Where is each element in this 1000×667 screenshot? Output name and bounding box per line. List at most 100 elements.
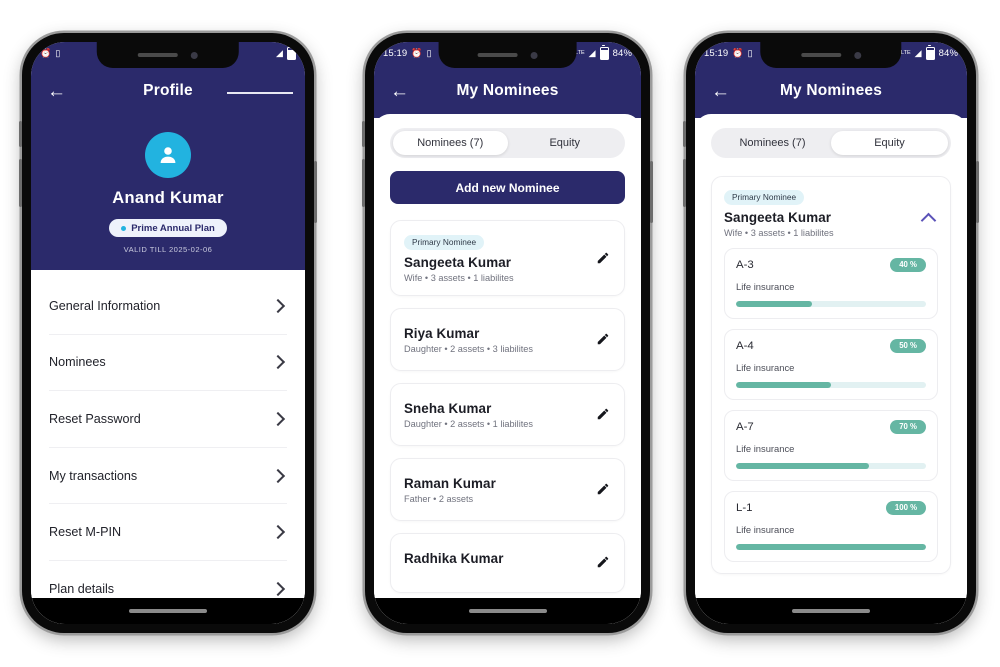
menu-item-general-information[interactable]: General Information [49,278,287,335]
power-button[interactable] [314,161,317,223]
list-item[interactable]: Radhika Kumar [390,532,625,593]
equity-owner-card[interactable]: Primary Nominee Sangeeta Kumar Wife • 3 … [711,176,951,574]
sim-icon: ▯ [747,47,753,58]
phone-screen-nominees: 15:19 ⏰ ▯ LTE ◢ 84% ← My Nominees Nomine… [374,42,641,624]
nominee-name: Riya Kumar [404,325,480,341]
equity-asset-type: Life insurance [736,361,795,373]
sim-icon: ▯ [426,47,432,58]
equity-percent-badge: 100 % [885,500,926,515]
signal-icon: ◢ [914,47,922,58]
network-type-label: LTE [900,50,911,56]
nominee-details: Wife • 3 assets • 1 liabilites [404,272,514,283]
volume-up-button[interactable] [19,121,22,147]
alarm-icon: ⏰ [732,47,744,58]
progress-bar-fill [736,462,869,469]
nominee-name: Sangeeta Kumar [724,209,832,225]
menu-item-label: Reset Password [49,411,141,426]
menu-item-label: My transactions [49,468,138,483]
status-time: 15:19 [704,47,729,59]
app-header-nominees: ← My Nominees [374,64,641,118]
nominee-name: Radhika Kumar [404,550,504,566]
progress-bar-track [736,462,926,469]
list-item[interactable]: Raman Kumar Father • 2 assets [390,457,625,521]
status-bar-left: 15:19 ⏰ ▯ [383,48,432,59]
phone-notch [96,42,240,68]
pencil-icon[interactable] [596,407,610,421]
nominee-details: Daughter • 2 assets • 3 liabilites [404,343,533,354]
volume-up-button[interactable] [683,121,686,147]
equity-sheet: Nominees (7) Equity Primary Nominee Sang… [695,114,967,624]
pencil-icon[interactable] [596,555,610,569]
list-item[interactable]: A-3 40 % Life insurance [724,247,938,319]
avatar [145,132,191,178]
pencil-icon[interactable] [596,332,610,346]
home-indicator-area [31,598,305,624]
tab-equity[interactable]: Equity [831,131,948,155]
home-indicator[interactable] [468,609,547,613]
status-badge: Primary Nominee [724,189,805,205]
volume-down-button[interactable] [683,159,686,207]
volume-down-button[interactable] [362,159,365,207]
chevron-right-icon [270,298,286,313]
equity-item-header: A-4 50 % [736,338,926,353]
earpiece-speaker [801,52,841,58]
list-item[interactable]: Riya Kumar Daughter • 2 assets • 3 liabi… [390,307,625,371]
pencil-icon[interactable] [596,251,610,265]
menu-item-my-transactions[interactable]: My transactions [49,448,287,505]
equity-percent-badge: 40 % [890,257,926,272]
menu-item-nominees[interactable]: Nominees [49,335,287,392]
phone-screen-equity: 15:19 ⏰ ▯ LTE ◢ 84% ← My Nominees Nomine… [695,42,967,624]
page-title: My Nominees [456,82,559,99]
app-header-profile: ← Profile [31,64,305,118]
power-button[interactable] [976,161,979,223]
earpiece-speaker [138,52,178,58]
progress-bar-fill [736,300,812,307]
equity-percent-badge: 70 % [890,419,926,434]
menu-item-reset-password[interactable]: Reset Password [49,391,287,448]
list-item[interactable]: L-1 100 % Life insurance [724,490,938,562]
home-indicator[interactable] [792,609,870,613]
screenshot-stage: ⏰ ▯ ◢ ← Profile Anand Kumar Prime Annual… [0,0,1000,667]
volume-down-button[interactable] [19,159,22,207]
nominee-details: Daughter • 2 assets • 1 liabilites [404,418,533,429]
status-bar-right: LTE ◢ 84% [900,44,958,60]
equity-asset-type: Life insurance [736,523,795,535]
nominee-name: Raman Kumar [404,475,496,491]
battery-icon [925,44,935,60]
progress-bar-track [736,381,926,388]
alarm-icon: ⏰ [40,47,52,58]
front-camera [854,51,861,59]
list-item[interactable]: A-4 50 % Life insurance [724,328,938,400]
home-indicator[interactable] [129,609,207,613]
equity-code: A-7 [736,420,754,433]
battery-percent: 84% [612,47,632,59]
list-item[interactable]: A-7 70 % Life insurance [724,409,938,481]
tab-nominees[interactable]: Nominees (7) [714,131,831,155]
nominee-name: Sangeeta Kumar [404,254,512,270]
power-button[interactable] [650,161,653,223]
list-item[interactable]: Primary Nominee Sangeeta Kumar Wife • 3 … [390,220,625,296]
tab-equity[interactable]: Equity [508,131,623,155]
phone-notch [438,42,577,68]
nominee-name: Sneha Kumar [404,400,492,416]
phone-device-equity: 15:19 ⏰ ▯ LTE ◢ 84% ← My Nominees Nomine… [683,33,979,633]
status-bar-left: 15:19 ⏰ ▯ [704,48,753,59]
person-icon [160,147,176,163]
status-time: 15:19 [383,47,408,59]
battery-percent: 84% [938,47,958,59]
add-new-nominee-button[interactable]: Add new Nominee [390,171,625,204]
plan-badge: Prime Annual Plan [109,219,227,237]
list-item[interactable]: Sneha Kumar Daughter • 2 assets • 1 liab… [390,382,625,446]
status-bar-left: ⏰ ▯ [40,47,60,58]
progress-bar-fill [736,543,926,550]
pencil-icon[interactable] [596,482,610,496]
status-bar-right: ◢ [276,44,296,60]
tab-switcher: Nominees (7) Equity [390,128,625,158]
volume-up-button[interactable] [362,121,365,147]
page-title: Profile [143,82,193,99]
status-badge: Primary Nominee [404,234,485,250]
equity-code: L-1 [736,501,753,514]
front-camera [530,51,538,59]
tab-nominees[interactable]: Nominees (7) [393,131,508,155]
menu-item-reset-m-pin[interactable]: Reset M-PIN [49,504,287,561]
